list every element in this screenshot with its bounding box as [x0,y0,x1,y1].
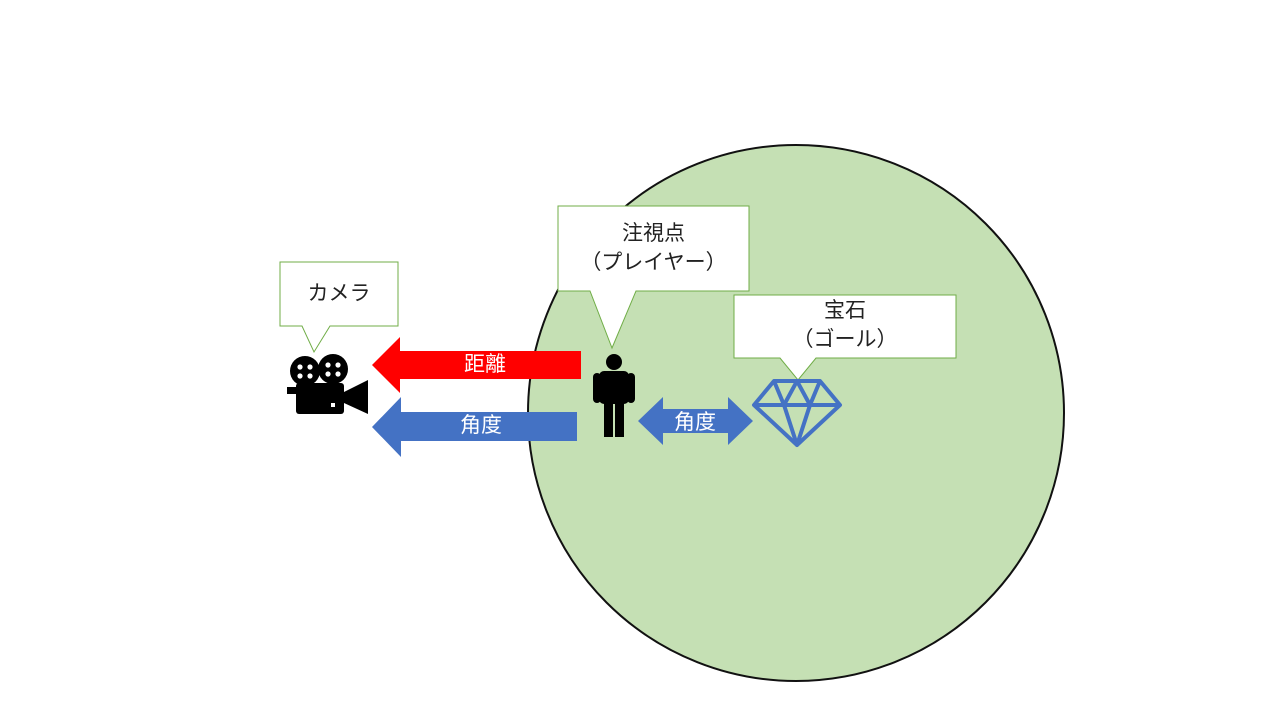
camera-callout-label: カメラ [280,279,398,308]
player-label-line1: 注視点 [622,221,685,245]
diagram-stage [0,0,1280,720]
diagram-canvas [279,144,1065,682]
camera-label-text: カメラ [307,281,371,305]
player-label-line2: （プレイヤー） [580,250,727,274]
movie-camera-icon [287,354,368,414]
player-callout-label: 注視点 （プレイヤー） [558,219,749,277]
goal-callout-label: 宝石 （ゴール） [734,296,956,354]
camera-angle-arrow-label: 角度 [460,413,502,437]
goal-angle-arrow-label: 角度 [674,410,716,434]
distance-arrow-label: 距離 [464,352,506,376]
goal-label-line1: 宝石 [824,298,866,322]
goal-label-line2: （ゴール） [792,327,898,351]
